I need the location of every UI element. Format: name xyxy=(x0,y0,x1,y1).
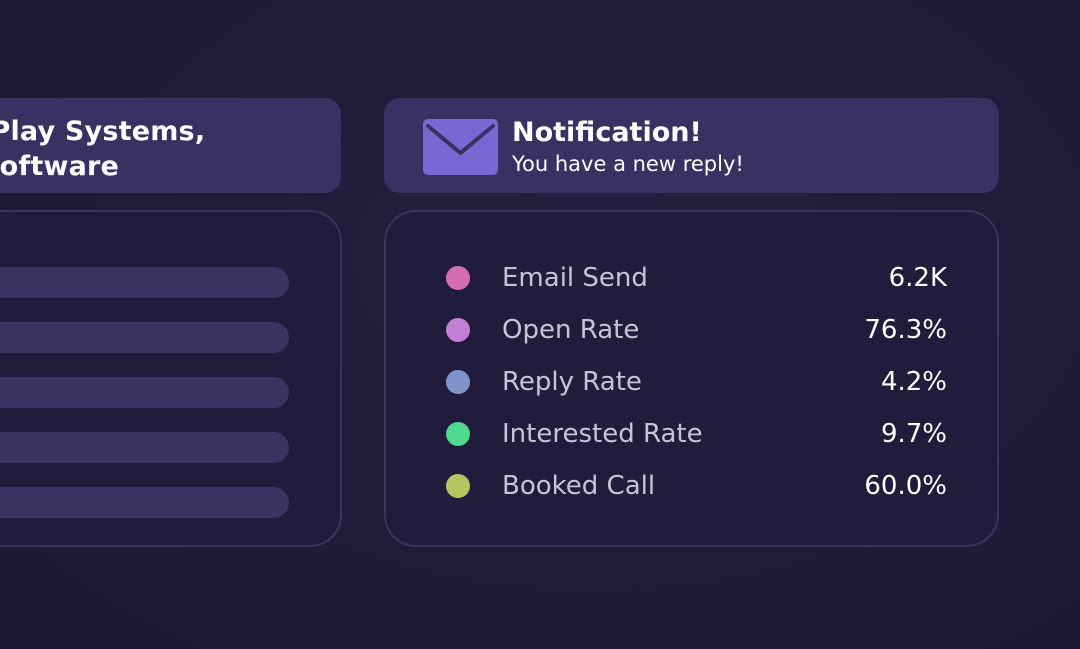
stat-value: 76.3% xyxy=(864,315,947,345)
stat-label: Email Send xyxy=(502,263,648,293)
mail-icon xyxy=(423,119,498,175)
notification-title: Notification! xyxy=(512,117,702,148)
notification-card[interactable]: Notification! You have a new reply! xyxy=(384,98,999,193)
stat-label: Interested Rate xyxy=(502,419,703,449)
legend-dot-icon xyxy=(446,370,470,394)
legend-dot-icon xyxy=(446,266,470,290)
stat-label: Open Rate xyxy=(502,315,640,345)
stat-label: Booked Call xyxy=(502,471,656,501)
stat-value: 4.2% xyxy=(880,367,947,397)
stat-row-email-send: Email Send 6.2K xyxy=(386,258,997,298)
stat-row-booked-call: Booked Call 60.0% xyxy=(386,466,997,506)
company-name: ·Play Systems, Software xyxy=(0,116,206,182)
stat-row-interested-rate: Interested Rate 9.7% xyxy=(386,414,997,454)
notification-message: You have a new reply! xyxy=(512,152,744,176)
stat-value: 6.2K xyxy=(888,263,947,293)
company-list-panel xyxy=(0,210,342,547)
legend-dot-icon xyxy=(446,474,470,498)
placeholder-bar xyxy=(0,267,289,298)
stat-value: 60.0% xyxy=(864,471,947,501)
stat-label: Reply Rate xyxy=(502,367,642,397)
legend-dot-icon xyxy=(446,318,470,342)
legend-dot-icon xyxy=(446,422,470,446)
placeholder-bar xyxy=(0,487,289,518)
campaign-stats-panel: Email Send 6.2K Open Rate 76.3% Reply Ra… xyxy=(384,210,999,547)
stat-row-open-rate: Open Rate 76.3% xyxy=(386,310,997,350)
placeholder-bar xyxy=(0,432,289,463)
placeholder-bar xyxy=(0,377,289,408)
stat-row-reply-rate: Reply Rate 4.2% xyxy=(386,362,997,402)
company-header-card: ·Play Systems, Software xyxy=(0,98,341,193)
placeholder-bar xyxy=(0,322,289,353)
stat-value: 9.7% xyxy=(880,419,947,449)
